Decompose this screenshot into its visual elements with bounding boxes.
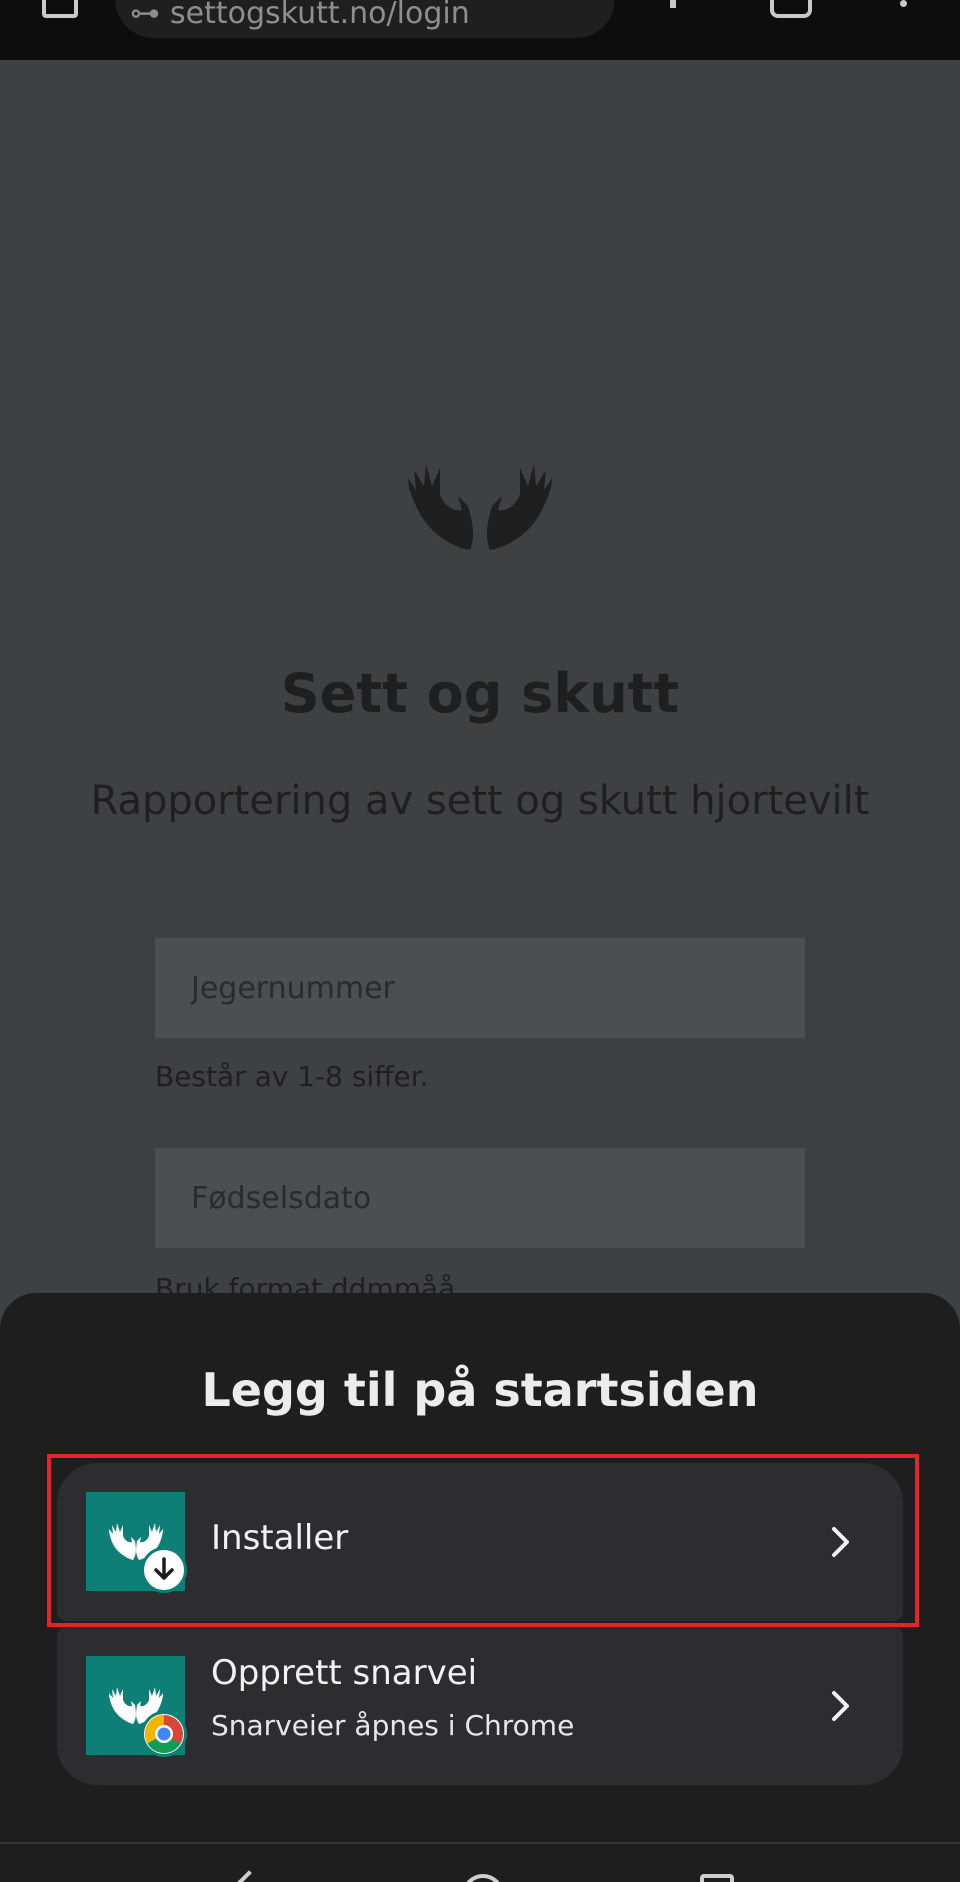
download-arrow-icon	[141, 1547, 187, 1593]
create-shortcut-label: Opprett snarvei	[211, 1653, 478, 1693]
more-menu-icon[interactable]	[900, 0, 907, 7]
url-text: settogskutt.no/login	[170, 0, 470, 31]
antlers-logo	[408, 464, 552, 550]
hunter-number-hint: Består av 1-8 siffer.	[155, 1060, 429, 1093]
add-to-home-sheet: Legg til på startsiden Installer Opprett…	[0, 1293, 960, 1882]
install-label: Installer	[211, 1518, 349, 1558]
page-subtitle: Rapportering av sett og skutt hjortevilt	[90, 778, 870, 824]
screen: ⊶ settogskutt.no/login Sett og skutt Rapp…	[0, 0, 960, 1882]
lock-icon: ⊶	[130, 0, 160, 31]
back-icon[interactable]	[236, 1870, 262, 1882]
chrome-icon	[141, 1711, 187, 1757]
hunter-number-input[interactable]	[155, 938, 805, 1038]
url-display[interactable]: ⊶ settogskutt.no/login	[130, 0, 470, 31]
home-icon[interactable]	[462, 1874, 504, 1882]
system-navbar	[0, 1842, 960, 1882]
birthdate-input[interactable]	[155, 1148, 805, 1248]
browser-toolbar: ⊶ settogskutt.no/login	[0, 0, 960, 60]
tabs-icon[interactable]	[770, 0, 812, 18]
create-shortcut-option[interactable]: Opprett snarvei Snarveier åpnes i Chrome	[57, 1627, 903, 1785]
chevron-right-icon	[832, 1527, 849, 1557]
page-title: Sett og skutt	[280, 662, 680, 725]
sheet-title: Legg til på startsiden	[201, 1363, 759, 1417]
recents-icon[interactable]	[700, 1874, 734, 1882]
app-install-icon	[86, 1492, 187, 1593]
install-option[interactable]: Installer	[57, 1463, 903, 1621]
new-tab-icon[interactable]	[670, 0, 676, 8]
create-shortcut-sublabel: Snarveier åpnes i Chrome	[211, 1709, 575, 1742]
chevron-right-icon	[832, 1691, 849, 1721]
app-shortcut-icon	[86, 1656, 187, 1757]
tab-icon[interactable]	[42, 0, 78, 18]
